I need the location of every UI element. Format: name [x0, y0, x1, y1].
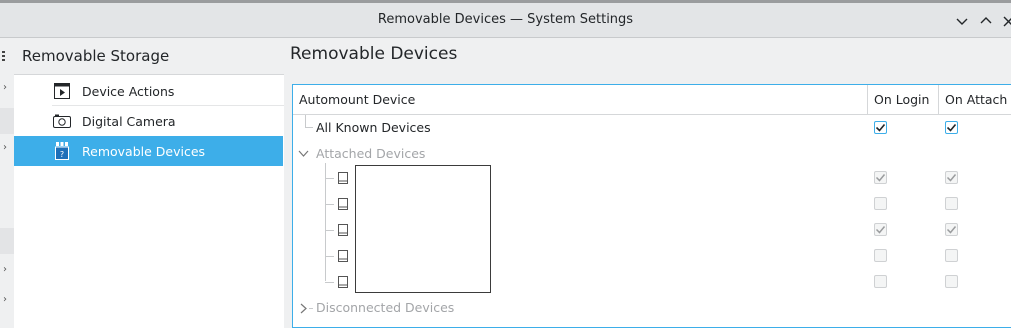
check-icon: [946, 174, 957, 182]
device-on-login-checkbox: [874, 197, 887, 210]
main-pane: Removable Devices Automount Device On Lo…: [284, 38, 1011, 328]
chevron-up-icon: [980, 17, 992, 24]
sidebar-item-removable-devices[interactable]: ? Removable Devices: [14, 136, 283, 166]
removable-device-icon: ?: [52, 141, 72, 161]
column-divider: [867, 85, 868, 114]
column-divider: [938, 85, 939, 114]
collapsed-nav-strip: › › › ›: [0, 38, 15, 328]
check-icon: [875, 226, 886, 234]
menu-icon[interactable]: [2, 50, 8, 62]
nav-arrow-icon[interactable]: ›: [3, 142, 7, 153]
column-header-device[interactable]: Automount Device: [299, 85, 415, 114]
device-on-login-checkbox: [874, 249, 887, 262]
device-actions-icon: [52, 81, 72, 101]
svg-text:?: ?: [60, 150, 64, 159]
drive-icon: [338, 224, 348, 236]
close-icon: [1003, 16, 1011, 27]
title-bar: Removable Devices — System Settings: [0, 0, 1011, 38]
automount-tree[interactable]: Automount Device On Login On Attach All …: [292, 84, 1011, 328]
check-icon: [875, 174, 886, 182]
device-on-attach-checkbox: [945, 197, 958, 210]
device-on-login-checkbox: [874, 171, 887, 184]
group-label: Attached Devices: [316, 146, 426, 161]
camera-icon: [52, 111, 72, 131]
sidebar-item-label: Device Actions: [82, 83, 175, 99]
column-header-on-login[interactable]: On Login: [874, 85, 929, 114]
device-on-attach-checkbox: [945, 171, 958, 184]
category-pane: Removable Storage Device Actions Digital…: [14, 38, 285, 328]
check-icon: [875, 123, 886, 132]
tree-row-attached-group[interactable]: Attached Devices: [293, 141, 1011, 167]
sidebar-item-label: Digital Camera: [82, 113, 176, 129]
nav-strip-highlight[interactable]: [0, 108, 14, 134]
sidebar-item-device-actions[interactable]: Device Actions: [14, 76, 283, 106]
sidebar-item-digital-camera[interactable]: Digital Camera: [14, 106, 283, 136]
drive-icon: [338, 172, 348, 184]
drive-icon: [338, 276, 348, 288]
drive-icon: [338, 250, 348, 262]
chevron-down-icon: [956, 18, 968, 25]
tree-row-all-known[interactable]: All Known Devices: [293, 115, 1011, 141]
device-on-login-checkbox: [874, 275, 887, 288]
nav-strip-highlight[interactable]: [0, 228, 14, 254]
check-icon: [946, 123, 957, 132]
category-header: Removable Storage: [14, 38, 284, 75]
all-known-on-attach-checkbox[interactable]: [945, 121, 958, 134]
column-header-on-attach[interactable]: On Attach: [945, 85, 1007, 114]
chevron-down-icon[interactable]: [298, 150, 309, 158]
device-name-placeholder-box: [355, 165, 491, 293]
nav-arrow-icon[interactable]: ›: [3, 264, 7, 275]
nav-arrow-icon[interactable]: ›: [3, 294, 7, 305]
tree-header: Automount Device On Login On Attach: [293, 85, 1011, 115]
device-on-attach-checkbox: [945, 275, 958, 288]
tree-row-disconnected-group[interactable]: Disconnected Devices: [293, 295, 1011, 321]
chevron-right-icon[interactable]: [300, 303, 308, 314]
check-icon: [946, 226, 957, 234]
maximize-button[interactable]: [976, 11, 996, 31]
all-known-on-login-checkbox[interactable]: [874, 121, 887, 134]
device-on-login-checkbox: [874, 223, 887, 236]
sidebar-item-label: Removable Devices: [82, 143, 206, 159]
drive-icon: [338, 198, 348, 210]
row-label: All Known Devices: [316, 120, 431, 135]
device-on-attach-checkbox: [945, 223, 958, 236]
page-title: Removable Devices: [290, 44, 458, 64]
minimize-button[interactable]: [952, 11, 972, 31]
group-label: Disconnected Devices: [316, 300, 455, 315]
close-button[interactable]: [998, 11, 1011, 31]
window-title: Removable Devices — System Settings: [377, 12, 634, 27]
device-on-attach-checkbox: [945, 249, 958, 262]
nav-arrow-icon[interactable]: ›: [3, 82, 7, 93]
